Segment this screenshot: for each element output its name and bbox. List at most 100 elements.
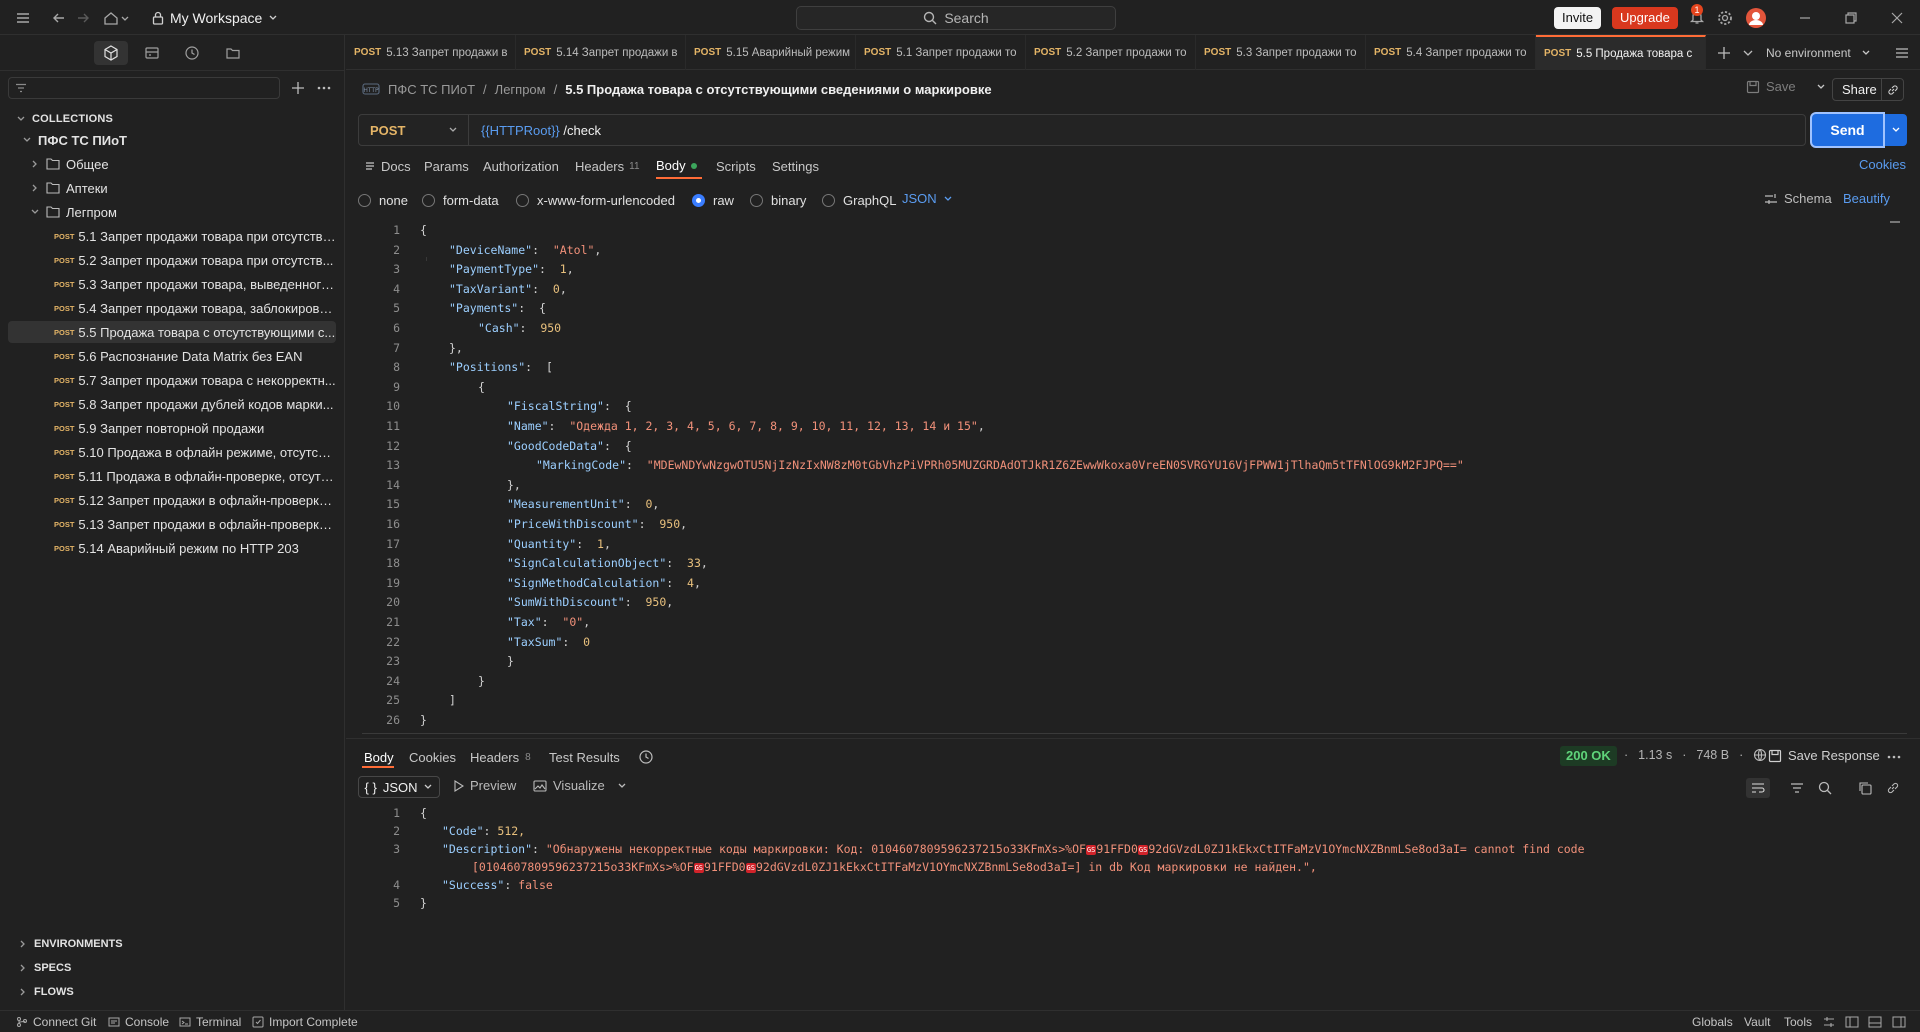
response-tab-body[interactable]: Body — [364, 748, 394, 766]
url-input[interactable]: {{HTTPRoot}} /check — [469, 123, 601, 138]
breadcrumb-collection[interactable]: ПФС ТС ПИоТ — [388, 82, 475, 97]
folder-item-apteki[interactable]: Аптеки — [30, 177, 108, 199]
folder-item-obshchee[interactable]: Общее — [30, 153, 109, 175]
send-options-button[interactable] — [1885, 114, 1907, 146]
home-icon[interactable] — [102, 9, 120, 27]
body-type-none[interactable]: none — [358, 191, 408, 209]
menu-icon[interactable] — [14, 9, 32, 27]
body-type-graphql[interactable]: GraphQL — [822, 191, 896, 209]
collections-tab[interactable] — [94, 41, 128, 65]
folder-item-legprom[interactable]: Легпром — [30, 201, 117, 223]
collection-item[interactable]: ПФС ТС ПИоТ — [22, 129, 127, 151]
beautify-button[interactable]: Beautify — [1843, 191, 1890, 206]
request-item[interactable]: POST 5.3 Запрет продажи товара, выведенно… — [8, 273, 336, 295]
raw-format-select[interactable]: JSON — [902, 191, 953, 206]
history-tab[interactable] — [175, 41, 209, 65]
chevron-down-icon[interactable] — [1816, 82, 1826, 92]
tab-body[interactable]: Body — [656, 156, 697, 176]
collections-header[interactable]: COLLECTIONS — [16, 108, 113, 130]
history-icon[interactable] — [638, 749, 654, 765]
new-tab-icon[interactable] — [1716, 45, 1732, 61]
breadcrumb-folder[interactable]: Легпром — [495, 82, 546, 97]
forward-arrow-icon[interactable] — [74, 9, 92, 27]
globe-icon[interactable] — [1753, 748, 1767, 762]
environment-selector[interactable]: No environment — [1766, 35, 1886, 70]
filter-input[interactable] — [8, 77, 280, 99]
scrollbar[interactable] — [1890, 221, 1900, 223]
request-tab[interactable]: POST 5.15 Аварийный режим — [686, 35, 856, 70]
send-button[interactable]: Send — [1812, 114, 1883, 146]
cookies-link[interactable]: Cookies — [1859, 157, 1906, 172]
request-tab[interactable]: POST 5.13 Запрет продажи в — [346, 35, 516, 70]
environments-tab[interactable] — [135, 41, 169, 65]
terminal-button[interactable]: Terminal — [179, 1015, 241, 1029]
tabs-overflow-icon[interactable] — [1742, 47, 1754, 59]
request-item[interactable]: POST 5.7 Запрет продажи товара с некоррек… — [8, 369, 336, 391]
save-response-button[interactable]: Save Response — [1768, 748, 1880, 763]
two-pane-icon[interactable] — [1845, 1015, 1859, 1029]
environments-section[interactable]: ENVIRONMENTS — [18, 935, 123, 953]
global-search[interactable]: Search — [796, 6, 1116, 30]
more-options-icon[interactable] — [316, 80, 332, 96]
request-item[interactable]: POST 5.12 Запрет продажи в офлайн-проверк… — [8, 489, 336, 511]
body-type-raw[interactable]: raw — [692, 191, 734, 209]
request-tab[interactable]: POST 5.3 Запрет продажи то — [1196, 35, 1366, 70]
wrap-lines-icon[interactable] — [1746, 778, 1770, 798]
request-item[interactable]: POST 5.11 Продажа в офлайн-проверке, отсу… — [8, 465, 336, 487]
sidebar-toggle-icon[interactable] — [1894, 45, 1910, 61]
vault-button[interactable]: Vault — [1744, 1015, 1770, 1029]
response-body-viewer[interactable]: 1 { 2 "Code": 512, 3 "Description": "Обн… — [362, 804, 1902, 924]
request-item[interactable]: POST 5.10 Продажа в офлайн режиме, отсутс… — [8, 441, 336, 463]
request-item[interactable]: POST 5.6 Распознание Data Matrix без EAN — [8, 345, 336, 367]
request-body-editor[interactable]: 1 {2 "DeviceName": "Atol", 3 "PaymentType": … — [362, 221, 1902, 733]
restore-icon[interactable] — [1842, 9, 1860, 27]
request-tab[interactable]: POST 5.2 Запрет продажи то — [1026, 35, 1196, 70]
back-arrow-icon[interactable] — [50, 9, 68, 27]
add-icon[interactable] — [290, 80, 306, 96]
specs-section[interactable]: SPECS — [18, 959, 71, 977]
tab-settings[interactable]: Settings — [772, 156, 819, 176]
visualize-button[interactable]: Visualize — [533, 778, 627, 793]
response-format-select[interactable]: { } JSON — [358, 776, 440, 798]
tab-headers[interactable]: Headers 11 — [575, 156, 640, 176]
avatar[interactable] — [1745, 7, 1767, 29]
home-chevron-icon[interactable] — [120, 9, 130, 27]
request-item[interactable]: POST 5.8 Запрет продажи дублей кодов марк… — [8, 393, 336, 415]
filter-icon[interactable] — [1790, 781, 1804, 795]
request-item[interactable]: POST 5.14 Аварийный режим по HTTP 203 — [8, 537, 336, 559]
body-type-binary[interactable]: binary — [750, 191, 806, 209]
preview-button[interactable]: Preview — [454, 778, 516, 793]
request-tab[interactable]: POST 5.1 Запрет продажи то — [856, 35, 1026, 70]
response-tab-test-results[interactable]: Test Results — [549, 748, 620, 766]
request-item[interactable]: POST 5.9 Запрет повторной продажи — [8, 417, 336, 439]
console-button[interactable]: Console — [108, 1015, 169, 1029]
request-tab[interactable]: POST 5.4 Запрет продажи то — [1366, 35, 1536, 70]
response-divider[interactable] — [346, 738, 1920, 739]
settings-sliders-icon[interactable] — [1822, 1015, 1836, 1029]
link-icon[interactable] — [1881, 79, 1903, 100]
connect-git-button[interactable]: Connect Git — [16, 1015, 96, 1029]
invite-button[interactable]: Invite — [1554, 7, 1602, 29]
right-pane-icon[interactable] — [1892, 1015, 1906, 1029]
bottom-pane-icon[interactable] — [1868, 1015, 1882, 1029]
import-status[interactable]: Import Complete — [252, 1015, 358, 1029]
request-item[interactable]: POST 5.13 Запрет продажи в офлайн-проверк… — [8, 513, 336, 535]
globals-button[interactable]: Globals — [1692, 1015, 1733, 1029]
more-options-icon[interactable] — [1886, 749, 1902, 765]
response-tab-headers[interactable]: Headers 8 — [470, 748, 531, 766]
body-type-form-data[interactable]: form-data — [422, 191, 499, 209]
flows-section[interactable]: FLOWS — [18, 983, 74, 1001]
request-tab-active[interactable]: POST 5.5 Продажа товара с — [1536, 35, 1706, 70]
request-item[interactable]: POST 5.2 Запрет продажи товара при отсутс… — [8, 249, 336, 271]
response-tab-cookies[interactable]: Cookies — [409, 748, 456, 766]
request-item[interactable]: POST 5.4 Запрет продажи товара, заблокиро… — [8, 297, 336, 319]
method-select[interactable]: POST — [359, 115, 469, 145]
body-type-urlencoded[interactable]: x-www-form-urlencoded — [516, 191, 675, 209]
breadcrumb-current[interactable]: 5.5 Продажа товара с отсутствующими свед… — [565, 82, 991, 97]
tab-scripts[interactable]: Scripts — [716, 156, 756, 176]
tab-params[interactable]: Params — [424, 156, 469, 176]
schema-button[interactable]: Schema — [1764, 191, 1832, 206]
tab-authorization[interactable]: Authorization — [483, 156, 559, 176]
request-tab[interactable]: POST 5.14 Запрет продажи в — [516, 35, 686, 70]
tab-docs[interactable]: Docs — [364, 156, 411, 176]
